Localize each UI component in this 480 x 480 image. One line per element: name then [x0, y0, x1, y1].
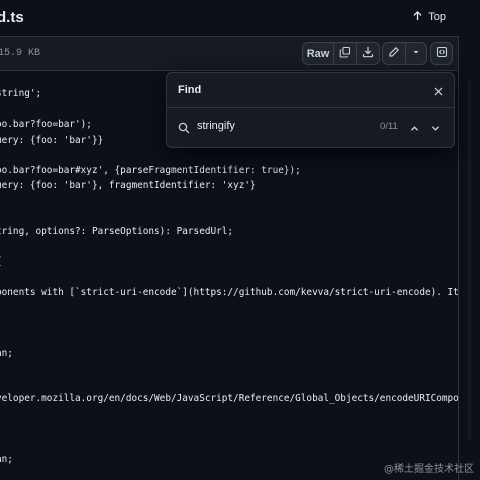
- symbols-panel-button[interactable]: [431, 43, 452, 64]
- code-line: an;: [0, 454, 13, 465]
- code-line: oo.bar?foo=bar');: [0, 119, 92, 130]
- find-search-row: 0/11: [167, 108, 454, 146]
- code-line: tring, options?: ParseOptions): ParsedUr…: [0, 226, 234, 237]
- chevron-down-icon: [410, 46, 422, 61]
- code-line: uery: {foo: 'bar'}}: [0, 135, 104, 146]
- copy-icon: [339, 46, 351, 61]
- edit-file-button[interactable]: [383, 43, 406, 64]
- find-panel: Find 0/11: [166, 72, 455, 148]
- symbols-group: [430, 42, 453, 65]
- raw-button[interactable]: Raw: [303, 43, 334, 64]
- find-title: Find: [178, 84, 202, 96]
- arrow-up-icon: [412, 10, 423, 24]
- download-icon: [362, 46, 374, 61]
- file-header: d.ts Top: [0, 0, 458, 37]
- code-line: an;: [0, 348, 13, 359]
- raw-copy-download-group: Raw: [302, 42, 380, 65]
- scrollbar[interactable]: [468, 80, 471, 440]
- code-line: string';: [0, 88, 42, 99]
- download-button[interactable]: [357, 43, 379, 64]
- file-toolbar: 15.9 KB Raw: [0, 37, 458, 71]
- panel-divider: [458, 36, 459, 480]
- find-input[interactable]: [197, 117, 367, 135]
- match-count: 0/11: [380, 121, 398, 132]
- file-title: d.ts: [0, 9, 24, 26]
- pencil-icon: [388, 46, 400, 61]
- file-size: 15.9 KB: [0, 48, 41, 59]
- code-square-icon: [436, 46, 448, 61]
- chevron-down-icon[interactable]: [430, 121, 441, 132]
- code-line: uery: {foo: 'bar'}, fragmentIdentifier: …: [0, 180, 256, 191]
- back-to-top-label: Top: [428, 11, 446, 23]
- chevron-up-icon[interactable]: [409, 121, 420, 132]
- back-to-top-button[interactable]: Top: [412, 10, 446, 24]
- code-line: {: [0, 256, 2, 267]
- edit-options-dropdown[interactable]: [406, 43, 426, 64]
- code-line: veloper.mozilla.org/en/docs/Web/JavaScri…: [0, 393, 458, 404]
- search-icon: [178, 121, 190, 134]
- find-header: Find: [167, 73, 454, 108]
- code-line: ponents with [`strict-uri-encode`](https…: [0, 287, 458, 298]
- edit-group: [382, 42, 427, 65]
- watermark: @稀土掘金技术社区: [384, 464, 474, 475]
- copy-raw-button[interactable]: [334, 43, 357, 64]
- code-line: oo.bar?foo=bar#xyz', {parseFragmentIdent…: [0, 165, 301, 176]
- close-icon[interactable]: [433, 84, 444, 96]
